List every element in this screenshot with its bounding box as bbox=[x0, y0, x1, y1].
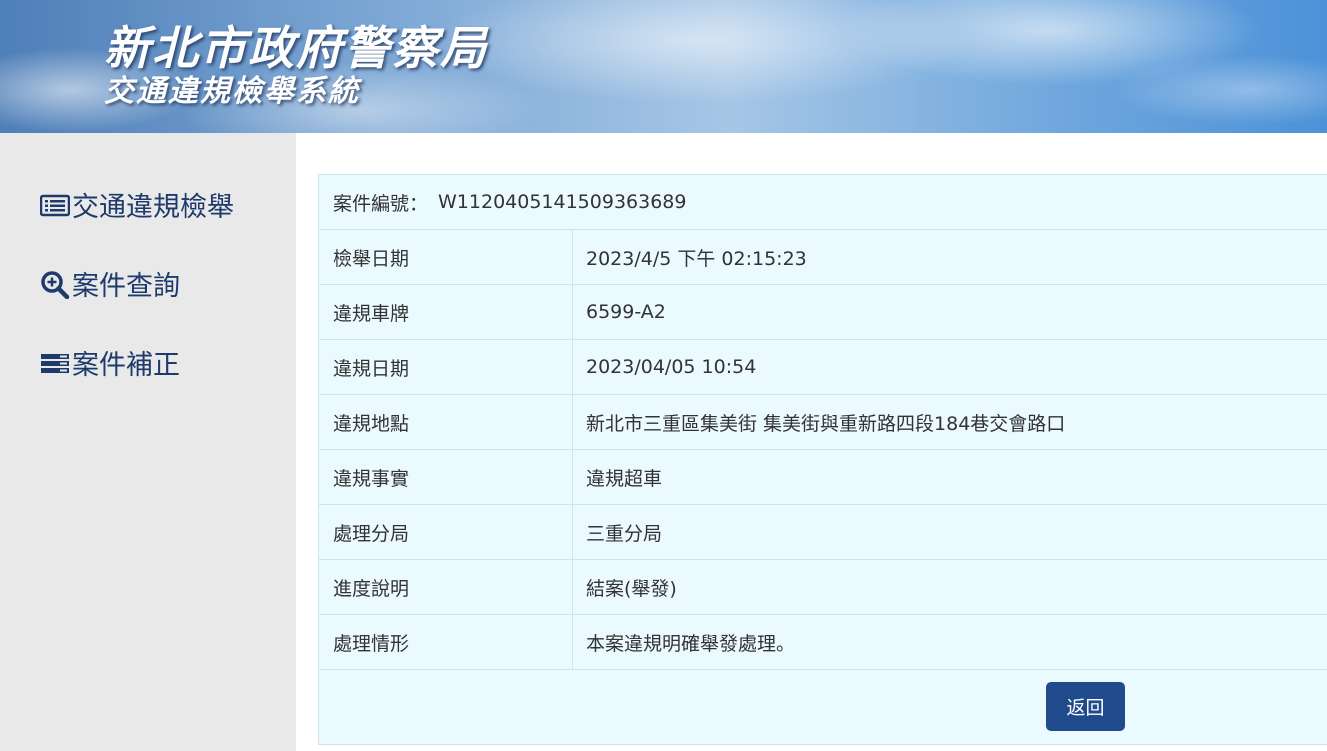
site-subtitle: 交通違規檢舉系統 bbox=[104, 74, 360, 109]
row-value: 結案(舉發) bbox=[586, 577, 677, 600]
back-button[interactable]: 返回 bbox=[1046, 682, 1125, 731]
table-row: 進度說明 結案(舉發) bbox=[319, 560, 1327, 615]
row-value: 2023/04/05 10:54 bbox=[586, 356, 757, 378]
row-label: 違規事實 bbox=[319, 450, 573, 504]
server-icon bbox=[40, 348, 70, 378]
sidebar-item-report[interactable]: 交通違規檢舉 bbox=[39, 185, 234, 224]
row-value: 新北市三重區集美街 集美街與重新路四段184巷交會路口 bbox=[586, 412, 1066, 435]
row-label: 檢舉日期 bbox=[319, 230, 573, 284]
table-row: 違規地點 新北市三重區集美街 集美街與重新路四段184巷交會路口 bbox=[319, 395, 1327, 450]
sidebar-item-label: 案件查詢 bbox=[72, 271, 180, 302]
sidebar-item-search[interactable]: 案件查詢 bbox=[40, 264, 180, 303]
case-number-header: 案件編號： W1120405141509363689 bbox=[319, 175, 1327, 230]
table-row: 違規事實 違規超車 bbox=[319, 450, 1327, 505]
row-value: 2023/4/5 下午 02:15:23 bbox=[586, 247, 807, 270]
main-content: 案件編號： W1120405141509363689 檢舉日期 2023/4/5… bbox=[296, 133, 1327, 751]
table-row: 處理情形 本案違規明確舉發處理。 bbox=[319, 615, 1327, 670]
case-number-value: W1120405141509363689 bbox=[438, 191, 687, 213]
row-label: 進度說明 bbox=[319, 560, 573, 614]
table-row: 檢舉日期 2023/4/5 下午 02:15:23 bbox=[319, 230, 1327, 285]
case-detail-card: 案件編號： W1120405141509363689 檢舉日期 2023/4/5… bbox=[318, 174, 1327, 745]
row-label: 處理分局 bbox=[319, 505, 573, 559]
row-value: 三重分局 bbox=[586, 522, 663, 545]
table-row: 處理分局 三重分局 bbox=[319, 505, 1327, 560]
table-row: 違規日期 2023/04/05 10:54 bbox=[319, 340, 1327, 395]
row-label: 違規車牌 bbox=[319, 285, 573, 339]
case-number-label: 案件編號： bbox=[333, 192, 429, 215]
row-value: 本案違規明確舉發處理。 bbox=[586, 632, 796, 655]
list-icon bbox=[39, 190, 71, 220]
row-value: 違規超車 bbox=[586, 467, 663, 490]
sidebar-item-label: 交通違規檢舉 bbox=[72, 192, 234, 223]
table-row: 違規車牌 6599-A2 bbox=[319, 285, 1327, 340]
row-label: 處理情形 bbox=[319, 615, 573, 669]
search-plus-icon bbox=[40, 269, 70, 299]
action-bar: 返回 bbox=[319, 670, 1327, 746]
header-banner: 新北市政府警察局 交通違規檢舉系統 bbox=[0, 0, 1327, 133]
sidebar-item-supplement[interactable]: 案件補正 bbox=[40, 343, 180, 382]
row-label: 違規日期 bbox=[319, 340, 573, 394]
sidebar: 交通違規檢舉 案件查詢 案件補正 bbox=[0, 133, 296, 751]
row-label: 違規地點 bbox=[319, 395, 573, 449]
row-value: 6599-A2 bbox=[586, 301, 666, 323]
sidebar-item-label: 案件補正 bbox=[72, 350, 180, 381]
